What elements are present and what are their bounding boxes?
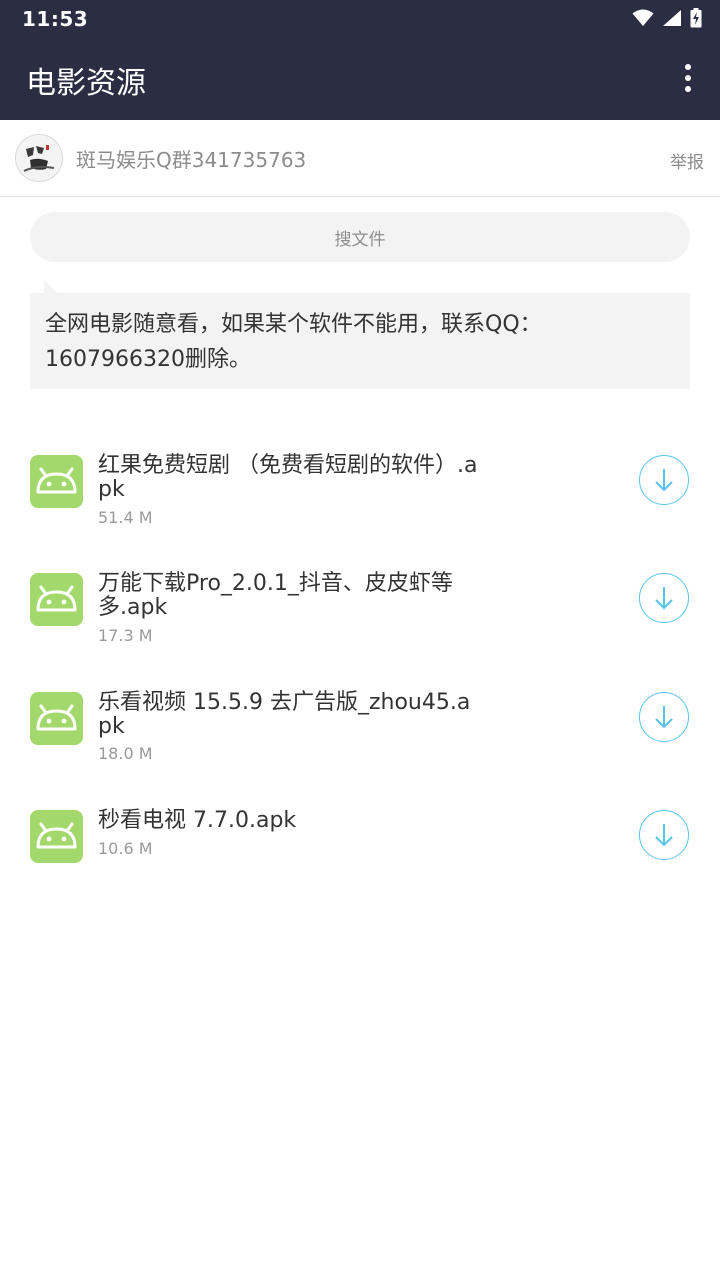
file-name: 万能下载Pro_2.0.1_抖音、皮皮虾等多.apk [98,571,453,620]
file-list-item[interactable]: 红果免费短剧 （免费看短剧的软件）.apk 51.4 M [0,443,720,539]
more-menu-button[interactable] [670,60,706,96]
app-bar: 电影资源 [0,36,720,120]
file-size: 18.0 M [98,744,153,763]
download-button[interactable] [639,455,689,505]
file-list-item[interactable]: 乐看视频 15.5.9 去广告版_zhou45.apk 18.0 M [0,680,720,776]
search-files-label: 搜文件 [334,229,386,250]
download-button[interactable] [639,573,689,623]
file-list-item[interactable]: 万能下载Pro_2.0.1_抖音、皮皮虾等多.apk 17.3 M [0,561,720,657]
download-button[interactable] [639,692,689,742]
notice-bubble-tail [44,280,58,294]
file-size: 51.4 M [98,508,153,527]
download-button[interactable] [639,810,689,860]
file-size: 17.3 M [98,626,153,645]
android-apk-icon [30,810,83,863]
group-name: 斑马娱乐Q群341735763 [76,148,307,172]
group-header: 斑马娱乐Q群341735763 举报 [0,120,720,197]
file-size: 10.6 M [98,839,153,858]
status-bar: 11:53 [0,0,720,36]
more-vert-icon [685,64,691,70]
group-avatar[interactable] [15,134,63,182]
page-title: 电影资源 [26,66,146,101]
android-apk-icon [30,692,83,745]
status-time: 11:53 [22,7,89,31]
download-arrow-icon [655,824,673,847]
file-name: 红果免费短剧 （免费看短剧的软件）.apk [98,453,478,502]
download-arrow-icon [655,706,673,729]
battery-charging-icon [690,8,702,28]
wifi-icon [632,9,654,26]
android-apk-icon [30,573,83,626]
announcement-message: 全网电影随意看，如果某个软件不能用，联系QQ：1607966320删除。 [30,293,690,389]
android-apk-icon [30,455,83,508]
report-link[interactable]: 举报 [670,148,704,173]
search-files-input[interactable]: 搜文件 [30,212,690,262]
status-icons [632,7,702,29]
download-arrow-icon [655,587,673,610]
file-list-item[interactable]: 秒看电视 7.7.0.apk 10.6 M [0,798,720,894]
cellular-signal-icon [663,10,681,26]
file-name: 秒看电视 7.7.0.apk [98,808,297,833]
file-name: 乐看视频 15.5.9 去广告版_zhou45.apk [98,690,471,739]
download-arrow-icon [655,469,673,492]
zebra-logo-icon [16,135,62,181]
